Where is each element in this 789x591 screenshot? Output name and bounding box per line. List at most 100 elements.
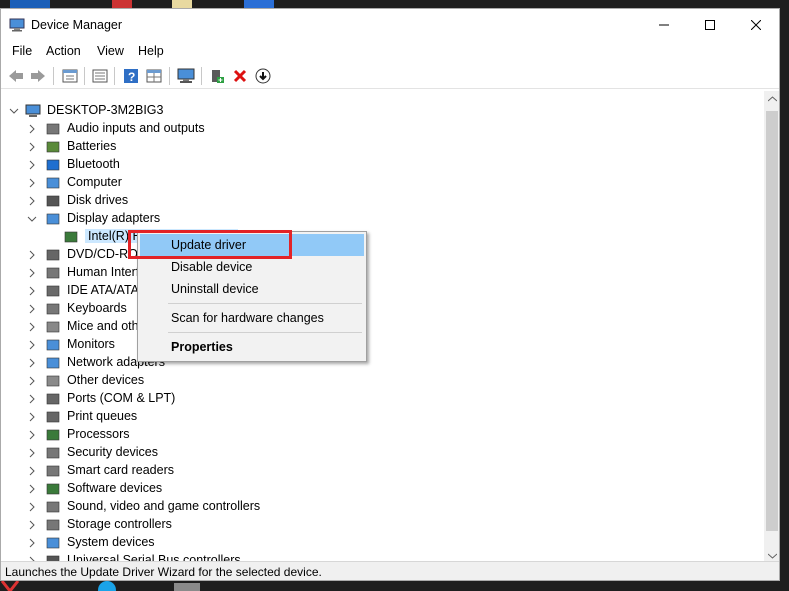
- rollback-toolbar-button[interactable]: [254, 67, 272, 85]
- chevron-right-icon[interactable]: [27, 393, 37, 405]
- chevron-right-icon[interactable]: [27, 465, 37, 477]
- update-driver-toolbar-button[interactable]: [208, 67, 226, 85]
- chevron-right-icon[interactable]: [27, 159, 37, 171]
- back-button[interactable]: [7, 67, 25, 85]
- system-icon: [46, 537, 60, 549]
- chevron-right-icon[interactable]: [27, 411, 37, 423]
- computer-icon: [25, 104, 41, 117]
- taskbar-tile[interactable]: [10, 0, 50, 8]
- menu-view[interactable]: View: [97, 44, 124, 58]
- chevron-right-icon[interactable]: [27, 375, 37, 387]
- chevron-right-icon[interactable]: [27, 267, 37, 279]
- tree-item-label: Sound, video and game controllers: [67, 499, 261, 513]
- taskbar-tile[interactable]: [172, 0, 192, 8]
- tree-item-label: Batteries: [67, 139, 117, 153]
- battery-icon: [46, 141, 60, 153]
- tree-item-label: Audio inputs and outputs: [67, 121, 205, 135]
- list-view-button[interactable]: [91, 67, 109, 85]
- minimize-button[interactable]: [641, 9, 687, 41]
- chevron-down-icon[interactable]: [9, 105, 19, 117]
- grid-view-button[interactable]: [145, 67, 163, 85]
- chevron-right-icon[interactable]: [27, 339, 37, 351]
- tree-item-label: Ports (COM & LPT): [67, 391, 176, 405]
- taskbar-tile[interactable]: [244, 0, 274, 8]
- forward-icon: [31, 70, 45, 82]
- monitor-icon: [46, 339, 60, 351]
- uninstall-toolbar-button[interactable]: [231, 67, 249, 85]
- chevron-up-icon: [767, 96, 777, 102]
- disable-device-menu-item[interactable]: Disable device: [140, 256, 364, 278]
- chevron-right-icon[interactable]: [27, 249, 37, 261]
- taskbar-tile[interactable]: [112, 0, 132, 8]
- chevron-right-icon[interactable]: [27, 501, 37, 513]
- chevron-right-icon[interactable]: [27, 285, 37, 297]
- menu-action[interactable]: Action: [46, 44, 81, 58]
- help-icon: ?: [124, 69, 138, 84]
- taskbar-top-strip: [0, 0, 789, 8]
- scan-hardware-button[interactable]: [177, 67, 195, 85]
- port-icon: [46, 393, 60, 405]
- skype-icon: [98, 581, 116, 591]
- forward-button[interactable]: [29, 67, 47, 85]
- chevron-down-icon[interactable]: [27, 213, 37, 225]
- grid-icon: [146, 69, 162, 83]
- maximize-icon: [705, 20, 715, 30]
- tree-item-label: Storage controllers: [67, 517, 172, 531]
- toolbar-separator: [53, 67, 54, 85]
- back-icon: [9, 70, 23, 82]
- scrollbar-thumb[interactable]: [766, 111, 778, 531]
- help-button[interactable]: ?: [122, 67, 140, 85]
- toolbar-separator: [169, 67, 170, 85]
- chevron-right-icon[interactable]: [27, 321, 37, 333]
- menu-separator: [168, 332, 362, 333]
- security-icon: [46, 447, 60, 459]
- other-devices-icon: [46, 375, 60, 387]
- monitor-scan-icon: [177, 68, 195, 83]
- tree-item-label: Bluetooth: [67, 157, 120, 171]
- menu-item-label: Uninstall device: [171, 282, 259, 296]
- properties-menu-item[interactable]: Properties: [140, 336, 364, 358]
- uninstall-icon: [233, 69, 247, 83]
- chevron-down-icon: [767, 553, 777, 559]
- chevron-right-icon[interactable]: [27, 141, 37, 153]
- scan-hardware-menu-item[interactable]: Scan for hardware changes: [140, 307, 364, 329]
- tree-item-label: Computer: [67, 175, 122, 189]
- chevron-right-icon[interactable]: [27, 537, 37, 549]
- tree-item-label: Software devices: [67, 481, 163, 495]
- menu-help[interactable]: Help: [138, 44, 164, 58]
- maximize-button[interactable]: [687, 9, 733, 41]
- toolbar-separator: [114, 67, 115, 85]
- uninstall-device-menu-item[interactable]: Uninstall device: [140, 278, 364, 300]
- menu-file[interactable]: File: [12, 44, 32, 58]
- hid-icon: [46, 267, 60, 279]
- chevron-right-icon[interactable]: [27, 447, 37, 459]
- speaker-icon: [46, 123, 60, 135]
- chevron-right-icon[interactable]: [27, 483, 37, 495]
- vertical-scrollbar[interactable]: [764, 91, 779, 564]
- title-bar[interactable]: Device Manager: [1, 9, 779, 41]
- menu-bar: File Action View Help: [1, 41, 779, 61]
- app-icon: [174, 583, 200, 591]
- smartcard-icon: [46, 465, 60, 477]
- chevron-right-icon[interactable]: [27, 519, 37, 531]
- taskbar-bottom-strip: [0, 581, 789, 591]
- usb-icon: [46, 555, 60, 561]
- properties-button[interactable]: [61, 67, 79, 85]
- tree-item-label: Print queues: [67, 409, 138, 423]
- tree-item-label: Disk drives: [67, 193, 129, 207]
- chevron-right-icon[interactable]: [27, 195, 37, 207]
- chevron-right-icon[interactable]: [27, 123, 37, 135]
- scroll-up-button[interactable]: [764, 91, 779, 107]
- printer-icon: [46, 411, 60, 423]
- network-icon: [46, 357, 60, 369]
- chevron-right-icon[interactable]: [27, 429, 37, 441]
- tree-item-label: Universal Serial Bus controllers: [67, 553, 241, 561]
- close-button[interactable]: [733, 9, 779, 41]
- device-tree: DESKTOP-3M2BIG3 Audio inputs and outputs…: [1, 91, 763, 561]
- annotation-highlight-box: [128, 230, 292, 259]
- tree-item-label: Other devices: [67, 373, 145, 387]
- tree-item-label: Processors: [67, 427, 130, 441]
- chevron-right-icon[interactable]: [27, 357, 37, 369]
- chevron-right-icon[interactable]: [27, 303, 37, 315]
- chevron-right-icon[interactable]: [27, 177, 37, 189]
